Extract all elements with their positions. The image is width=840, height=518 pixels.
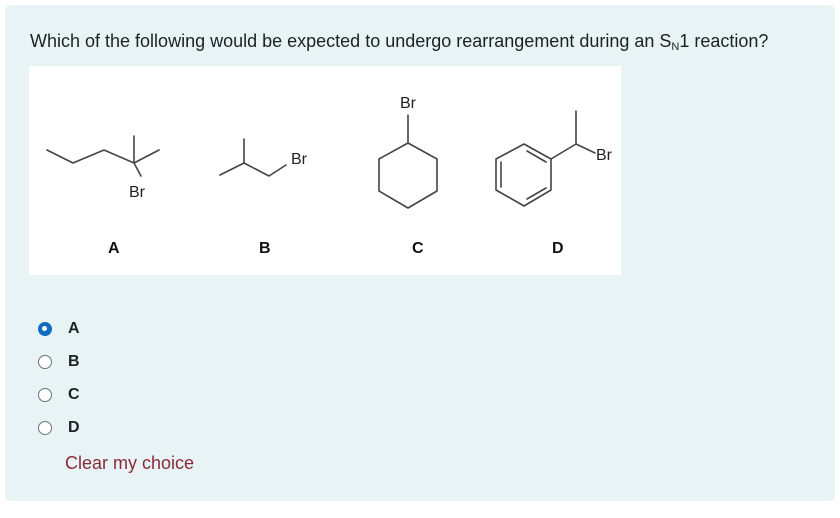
option-c[interactable]: C <box>38 378 80 411</box>
molecule-a-tag: A <box>108 240 120 257</box>
molecule-structures: Br Br Br Br A B C D <box>46 95 613 257</box>
molecule-b-structure <box>219 138 287 177</box>
molecule-c-structure <box>378 114 438 209</box>
answer-options: A B C D <box>38 312 80 444</box>
option-b-label: B <box>68 352 80 370</box>
molecule-a-structure <box>46 135 160 177</box>
molecule-d-structure <box>495 110 596 207</box>
option-a[interactable]: A <box>38 312 80 345</box>
molecule-a-atom-label: Br <box>129 184 146 201</box>
molecule-d-tag: D <box>552 240 564 257</box>
question-card: Which of the following would be expected… <box>5 5 835 501</box>
molecule-d-atom-label: Br <box>596 147 613 164</box>
clear-choice-link[interactable]: Clear my choice <box>65 453 194 474</box>
radio-a[interactable] <box>38 321 52 336</box>
molecule-figure: Br Br Br Br A B C D <box>29 66 621 275</box>
radio-c[interactable] <box>38 387 52 402</box>
option-c-label: C <box>68 385 80 403</box>
molecule-c-tag: C <box>412 240 424 257</box>
radio-d[interactable] <box>38 420 52 435</box>
option-a-label: A <box>68 319 80 337</box>
molecule-b-atom-label: Br <box>291 151 308 168</box>
option-d[interactable]: D <box>38 411 80 444</box>
molecule-c-atom-label: Br <box>400 95 417 112</box>
radio-b[interactable] <box>38 354 52 369</box>
option-d-label: D <box>68 418 80 436</box>
option-b[interactable]: B <box>38 345 80 378</box>
question-text: Which of the following would be expected… <box>30 31 769 53</box>
molecule-b-tag: B <box>259 240 271 257</box>
